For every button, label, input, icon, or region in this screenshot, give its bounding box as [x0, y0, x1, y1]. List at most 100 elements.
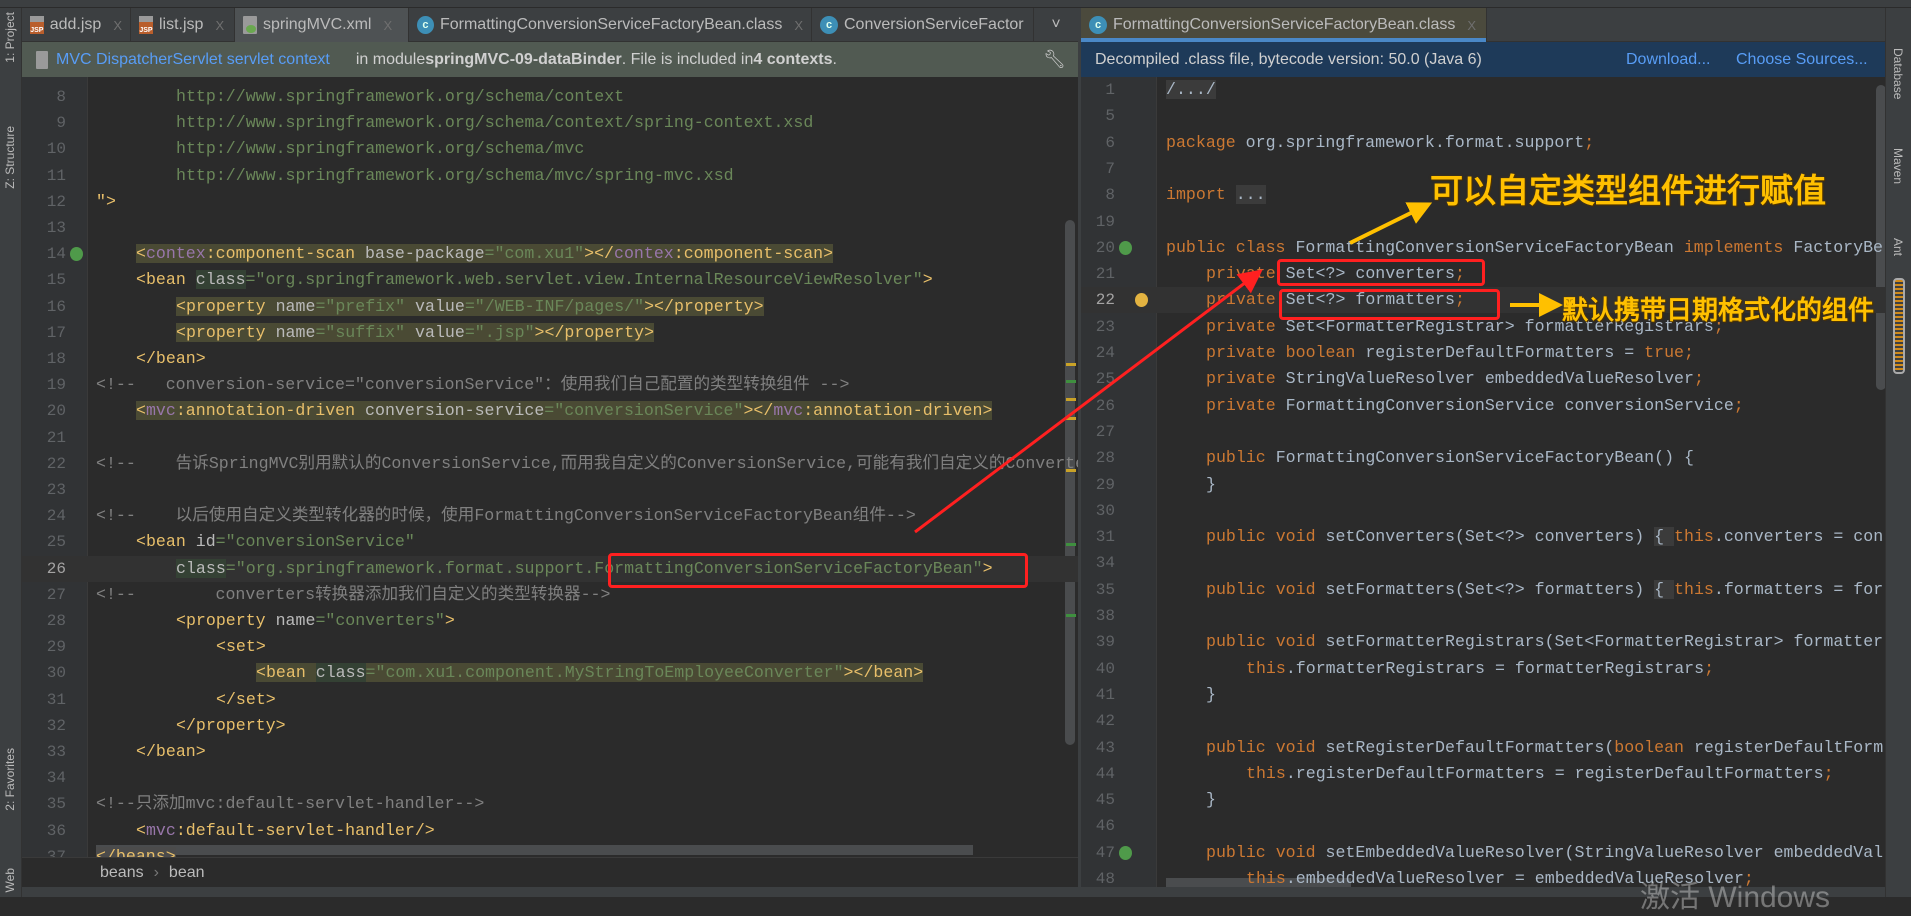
code-line[interactable]: 35 <!--只添加mvc:default-servlet-handler-->	[22, 791, 1078, 817]
code-line[interactable]: 15 <bean class="org.springframework.web.s…	[22, 267, 1078, 293]
code-token: ="org.springframework.web.servlet.view.I…	[245, 270, 923, 290]
code-text: }	[1206, 787, 1216, 813]
code-line[interactable]: 20 public class FormattingConversionServi…	[1081, 235, 1885, 261]
code-line[interactable]: 24 <!-- 以后使用自定义类型转化器的时候，使用FormattingConve…	[22, 503, 1078, 529]
code-line[interactable]: 16 <property name="prefix" value="/WEB-IN…	[22, 294, 1078, 320]
close-icon[interactable]: X	[113, 18, 122, 33]
line-number: 22	[1095, 291, 1115, 310]
code-line[interactable]: 19 <!-- conversion-service="conversionSer…	[22, 372, 1078, 398]
code-line[interactable]: 22 <!-- 告诉SpringMVC别用默认的ConversionService…	[22, 451, 1078, 477]
code-line[interactable]: 25 <bean id="conversionService"	[22, 529, 1078, 555]
code-text: private FormattingConversionService conv…	[1206, 393, 1744, 419]
code-line[interactable]: 40 this.formatterRegistrars = formatterRe…	[1081, 656, 1885, 682]
code-line[interactable]: 28 <property name="converters">	[22, 608, 1078, 634]
xml-editor[interactable]: 8 http://www.springframework.org/schema/c…	[22, 77, 1078, 857]
code-line[interactable]: 29 <set>	[22, 634, 1078, 660]
breadcrumb-item-bean[interactable]: bean	[169, 864, 205, 882]
code-text: }	[1206, 472, 1216, 498]
tool-database[interactable]: Database	[1891, 48, 1905, 99]
code-line[interactable]: 42	[1081, 708, 1885, 734]
more-tabs-button[interactable]: ˅	[1034, 8, 1078, 42]
breadcrumb-item-beans[interactable]: beans	[100, 864, 144, 882]
tab-formatting-class-right[interactable]: c FormattingConversionServiceFactoryBean.…	[1081, 8, 1487, 42]
memory-indicator[interactable]	[1893, 278, 1905, 374]
code-line[interactable]: 37 </beans>	[22, 844, 1078, 857]
tab-list-jsp[interactable]: JSP list.jsp X	[131, 8, 235, 42]
code-line[interactable]: 21	[22, 425, 1078, 451]
code-line[interactable]: 13	[22, 215, 1078, 241]
code-line[interactable]: 45}	[1081, 787, 1885, 813]
tab-label: ConversionServiceFactor	[844, 16, 1024, 33]
servlet-context-link[interactable]: MVC DispatcherServlet servlet context	[56, 51, 330, 69]
close-icon[interactable]: X	[794, 18, 803, 33]
code-token: public void	[1206, 632, 1326, 652]
code-line[interactable]: 23	[22, 477, 1078, 503]
code-line[interactable]: 8 http://www.springframework.org/schema/c…	[22, 84, 1078, 110]
bean-class-icon[interactable]	[1119, 240, 1132, 255]
left-tab-bar: JSP add.jsp X JSP list.jsp X springMVC.xml X …	[22, 8, 1078, 42]
code-line[interactable]: 18 </bean>	[22, 346, 1078, 372]
choose-sources-link[interactable]: Choose Sources...	[1736, 51, 1868, 69]
tab-conversion-factory[interactable]: c ConversionServiceFactor	[812, 8, 1034, 42]
code-line[interactable]: 19	[1081, 209, 1885, 235]
code-line[interactable]: 14 <contex:component-scan base-package="c…	[22, 241, 1078, 267]
code-line[interactable]: 17 <property name="suffix" value=".jsp"><…	[22, 320, 1078, 346]
code-line[interactable]: 44 this.registerDefaultFormatters = regis…	[1081, 761, 1885, 787]
wrench-icon[interactable]: 🔧︎	[1043, 49, 1066, 70]
code-text: import ...	[1166, 182, 1266, 208]
code-line[interactable]: 20 <mvc:annotation-driven conversion-serv…	[22, 398, 1078, 424]
line-number: 46	[1095, 817, 1115, 836]
download-link[interactable]: Download...	[1626, 51, 1711, 69]
override-icon[interactable]	[1119, 845, 1132, 860]
tool-favorites[interactable]: 2: Favorites	[3, 748, 17, 811]
code-line[interactable]: 41}	[1081, 682, 1885, 708]
code-text: <!-- conversion-service="conversionServi…	[96, 372, 849, 398]
code-line[interactable]: 25 private StringValueResolver embeddedVa…	[1081, 366, 1885, 392]
tool-maven[interactable]: Maven	[1891, 148, 1905, 184]
tab-formatting-class[interactable]: c FormattingConversionServiceFactoryBean.…	[409, 8, 812, 42]
tool-structure[interactable]: Z: Structure	[3, 126, 17, 189]
close-icon[interactable]: X	[215, 18, 224, 33]
code-line[interactable]: 30 <bean class="com.xu1.component.MyStrin…	[22, 660, 1078, 686]
code-line[interactable]: 29}	[1081, 472, 1885, 498]
code-token: name	[275, 322, 316, 342]
tool-ant[interactable]: Ant	[1891, 238, 1905, 256]
code-line[interactable]: 26 private FormattingConversionService co…	[1081, 393, 1885, 419]
tool-project[interactable]: 1: Project	[3, 12, 17, 63]
code-line[interactable]: 31 </set>	[22, 687, 1078, 713]
lightbulb-icon[interactable]	[1135, 293, 1148, 308]
code-line[interactable]: 24 private boolean registerDefaultFormatt…	[1081, 340, 1885, 366]
code-line[interactable]: 1 /.../	[1081, 77, 1885, 103]
code-line[interactable]: 38	[1081, 603, 1885, 629]
tab-springmvc-xml[interactable]: springMVC.xml X	[235, 8, 409, 42]
code-line[interactable]: 12 ">	[22, 189, 1078, 215]
code-line[interactable]: 34	[1081, 550, 1885, 576]
spring-bean-icon[interactable]	[70, 247, 83, 262]
code-line[interactable]: 31 public void setConverters(Set<?> conve…	[1081, 524, 1885, 550]
code-line[interactable]: 46	[1081, 813, 1885, 839]
code-token: ></bean>	[843, 663, 924, 683]
code-line[interactable]: 5	[1081, 103, 1885, 129]
tab-add-jsp[interactable]: JSP add.jsp X	[22, 8, 131, 42]
code-line[interactable]: 32 </property>	[22, 713, 1078, 739]
close-icon[interactable]: X	[383, 18, 392, 33]
close-icon[interactable]: X	[1467, 18, 1476, 33]
code-token: public class	[1166, 237, 1296, 257]
code-line[interactable]: 11 http://www.springframework.org/schema/…	[22, 163, 1078, 189]
code-token: private	[1206, 264, 1286, 284]
code-line[interactable]: 10 http://www.springframework.org/schema/…	[22, 136, 1078, 162]
code-line[interactable]: 27	[1081, 419, 1885, 445]
code-line[interactable]: 35 public void setFormatters(Set<?> forma…	[1081, 577, 1885, 603]
code-line[interactable]: 47 public void setEmbeddedValueResolver(S…	[1081, 840, 1885, 866]
code-line[interactable]: 28 public FormattingConversionServiceFact…	[1081, 445, 1885, 471]
highlight-box-factorybean	[608, 553, 1028, 588]
code-line[interactable]: 36 <mvc:default-servlet-handler/>	[22, 818, 1078, 844]
code-line[interactable]: 33 </bean>	[22, 739, 1078, 765]
code-line[interactable]: 34	[22, 765, 1078, 791]
tool-web[interactable]: Web	[3, 868, 17, 892]
code-line[interactable]: 39 public void setFormatterRegistrars(Set…	[1081, 629, 1885, 655]
code-line[interactable]: 9 http://www.springframework.org/schema/c…	[22, 110, 1078, 136]
code-line[interactable]: 43 public void setRegisterDefaultFormatte…	[1081, 735, 1885, 761]
code-line[interactable]: 6 package org.springframework.format.supp…	[1081, 130, 1885, 156]
code-line[interactable]: 30	[1081, 498, 1885, 524]
